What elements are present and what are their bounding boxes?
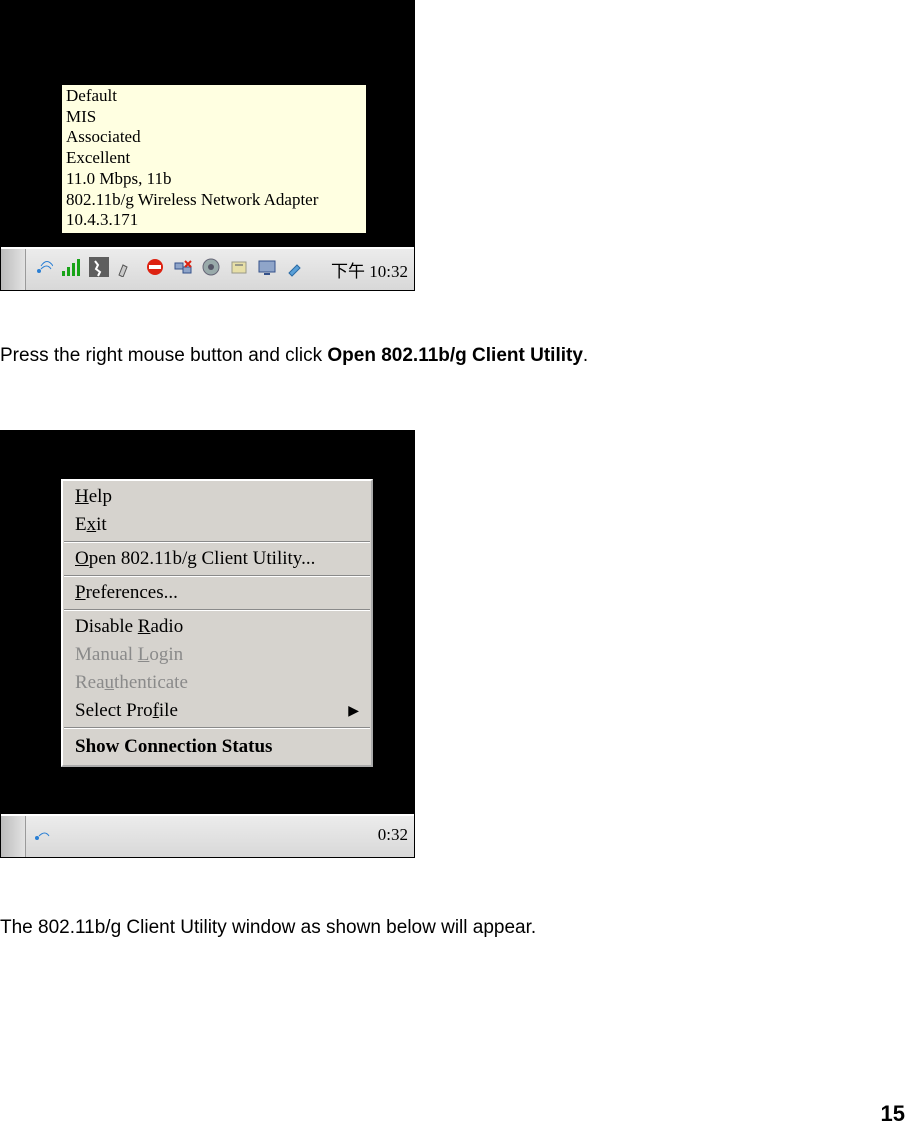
tooltip-line: 802.11b/g Wireless Network Adapter: [66, 190, 362, 211]
running-icon[interactable]: [87, 255, 111, 279]
menu-separator: [64, 609, 370, 611]
menu-show-connection-status[interactable]: Show Connection Status: [63, 731, 371, 763]
tray-grip: [1, 249, 26, 290]
tooltip-line: 11.0 Mbps, 11b: [66, 169, 362, 190]
instr1-prefix: Press the right mouse button and click: [0, 345, 327, 366]
network-x-icon[interactable]: [171, 255, 195, 279]
menu-manual-login: Manual Login: [63, 641, 371, 669]
tray-grip: [1, 816, 26, 857]
system-tray: 0:32: [1, 814, 414, 857]
signal-icon[interactable]: [59, 255, 83, 279]
menu-separator: [64, 541, 370, 543]
monitor-icon[interactable]: [255, 255, 279, 279]
tooltip-line: 10.4.3.171: [66, 210, 362, 231]
tray-clock: 下午 10:32: [331, 257, 408, 282]
system-tray: 下午 10:32: [1, 247, 414, 290]
tooltip-screenshot: Default MIS Associated Excellent 11.0 Mb…: [0, 0, 415, 291]
device-icon[interactable]: [227, 255, 251, 279]
context-menu-screenshot: Help Exit Open 802.11b/g Client Utility.…: [0, 430, 415, 858]
tooltip-line: MIS: [66, 107, 362, 128]
tooltip-line: Default: [66, 86, 362, 107]
pen-icon[interactable]: [115, 255, 139, 279]
menu-open-client-utility[interactable]: Open 802.11b/g Client Utility...: [63, 545, 371, 573]
volume-icon[interactable]: [199, 255, 223, 279]
instr1-suffix: .: [583, 345, 588, 366]
menu-separator: [64, 727, 370, 729]
instruction-text-1: Press the right mouse button and click O…: [0, 345, 900, 367]
instr1-bold: Open 802.11b/g Client Utility: [327, 345, 583, 366]
menu-preferences[interactable]: Preferences...: [63, 579, 371, 607]
menu-disable-radio[interactable]: Disable Radio: [63, 613, 371, 641]
tool-icon[interactable]: [283, 255, 307, 279]
menu-help[interactable]: Help: [63, 483, 371, 511]
menu-separator: [64, 575, 370, 577]
instruction-text-2: The 802.11b/g Client Utility window as s…: [0, 917, 900, 939]
tray-context-menu: Help Exit Open 802.11b/g Client Utility.…: [61, 479, 373, 767]
menu-reauthenticate: Reauthenticate: [63, 669, 371, 697]
tray-icons: [31, 255, 307, 279]
tray-clock: 0:32: [378, 825, 408, 845]
page-number: 15: [881, 1101, 905, 1127]
menu-select-profile[interactable]: Select Profile▶: [63, 697, 371, 725]
wireless-icon[interactable]: [31, 824, 51, 850]
tooltip-line: Excellent: [66, 148, 362, 169]
tooltip-line: Associated: [66, 127, 362, 148]
wireless-icon[interactable]: [31, 255, 55, 279]
submenu-arrow-icon: ▶: [348, 703, 359, 720]
menu-exit[interactable]: Exit: [63, 511, 371, 539]
wireless-tooltip: Default MIS Associated Excellent 11.0 Mb…: [61, 84, 367, 234]
blocked-icon[interactable]: [143, 255, 167, 279]
